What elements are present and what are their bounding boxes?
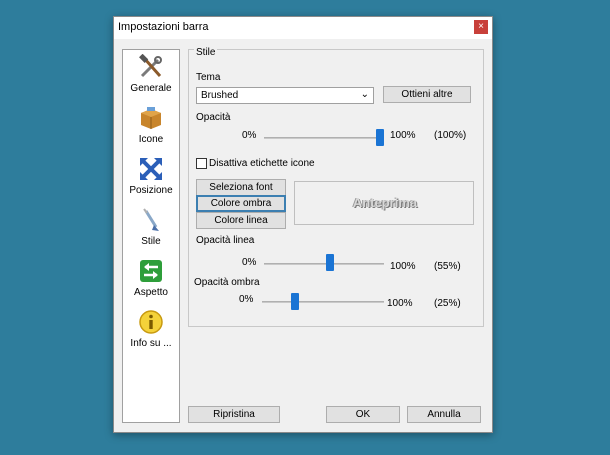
opacita-linea-slider[interactable] [325, 254, 334, 271]
ok-button[interactable]: OK [326, 406, 400, 423]
sidebar-item-info[interactable]: Info su ... [123, 309, 179, 349]
sidebar-item-aspetto[interactable]: Aspetto [123, 258, 179, 298]
opacita-track [264, 137, 384, 139]
window-title: Impostazioni barra [118, 21, 209, 33]
disattiva-etichette-label: Disattiva etichette icone [209, 158, 315, 169]
sidebar-item-label: Info su ... [130, 338, 172, 349]
opacita-ombra-value: (25%) [434, 298, 461, 309]
sidebar-item-label: Posizione [129, 185, 173, 196]
tema-label: Tema [196, 72, 221, 83]
ottieni-altre-button[interactable]: Ottieni altre [383, 86, 471, 103]
settings-window: Impostazioni barra × Generale Icone Posi… [113, 16, 493, 433]
sidebar-item-stile[interactable]: Stile [123, 207, 179, 247]
opacita-slider[interactable] [376, 129, 384, 146]
sidebar-item-posizione[interactable]: Posizione [123, 156, 179, 196]
tema-select[interactable]: Brushed ⌄ [196, 87, 374, 104]
anteprima-preview: Anteprima [294, 181, 474, 225]
opacita-ombra-track [262, 301, 384, 303]
colore-linea-button[interactable]: Colore linea [196, 212, 286, 229]
opacita-linea-label: Opacità linea [196, 235, 255, 246]
opacita-linea-min: 0% [242, 257, 257, 268]
info-icon [139, 310, 163, 334]
opacita-linea-track [264, 263, 384, 265]
disattiva-etichette-checkbox[interactable] [196, 158, 207, 169]
move-arrows-icon [140, 158, 162, 180]
anteprima-text: Anteprima [352, 195, 418, 210]
sidebar-item-label: Generale [130, 83, 172, 94]
opacita-ombra-label: Opacità ombra [194, 277, 260, 288]
close-button[interactable]: × [474, 20, 488, 34]
group-title: Stile [194, 47, 218, 58]
sidebar-item-label: Icone [138, 134, 164, 145]
box-icon [141, 107, 161, 129]
annulla-button[interactable]: Annulla [407, 406, 481, 423]
sidebar-item-icone[interactable]: Icone [123, 105, 179, 145]
colore-ombra-button[interactable]: Colore ombra [196, 195, 286, 212]
ripristina-button[interactable]: Ripristina [188, 406, 280, 423]
opacita-linea-max: 100% [390, 261, 416, 272]
opacita-ombra-slider[interactable] [290, 293, 299, 310]
tema-value: Brushed [201, 90, 239, 101]
sidebar-item-label: Aspetto [134, 287, 168, 298]
opacita-value: (100%) [434, 130, 467, 141]
title-bar[interactable]: Impostazioni barra × [114, 17, 492, 39]
opacita-ombra-max: 100% [387, 298, 413, 309]
opacita-max: 100% [390, 130, 416, 141]
sidebar-item-generale[interactable]: Generale [123, 54, 179, 94]
brush-icon [143, 208, 159, 231]
tools-icon [139, 54, 162, 78]
arrows-swap-icon [140, 260, 162, 282]
opacita-min: 0% [242, 130, 257, 141]
sidebar-item-label: Stile [141, 236, 161, 247]
chevron-down-icon: ⌄ [360, 89, 369, 100]
seleziona-font-button[interactable]: Seleziona font [196, 179, 286, 196]
opacita-ombra-min: 0% [239, 294, 254, 305]
opacita-linea-value: (55%) [434, 261, 461, 272]
sidebar: Generale Icone Posizione Stile Aspetto I… [122, 49, 180, 423]
opacita-label: Opacità [196, 112, 231, 123]
